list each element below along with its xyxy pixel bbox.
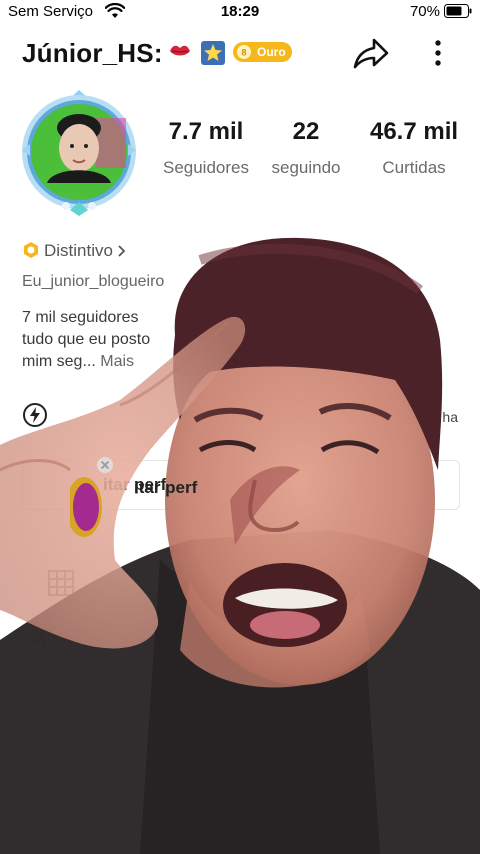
video-overlay-face (0, 237, 480, 854)
profile-screen: Sem Serviço 18:29 70% Júnior_HS: 8 Ouro … (0, 0, 480, 854)
edit-profile-visible-label[interactable]: itar perf (134, 478, 197, 498)
close-icon[interactable] (96, 456, 114, 474)
pin-sticker-icon (70, 477, 102, 537)
